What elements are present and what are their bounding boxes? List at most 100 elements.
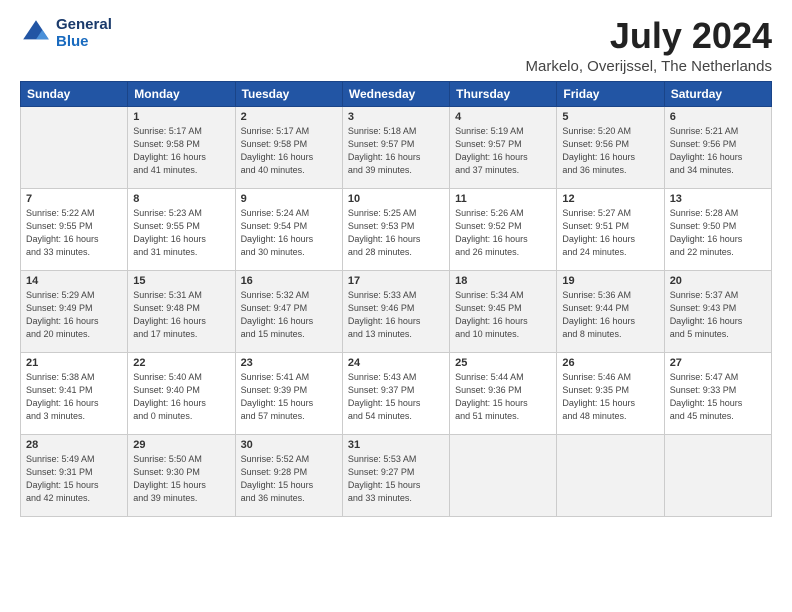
day-info: Sunrise: 5:23 AM Sunset: 9:55 PM Dayligh… <box>133 207 229 259</box>
day-number: 11 <box>455 193 551 205</box>
cell-3-4: 17 Sunrise: 5:33 AM Sunset: 9:46 PM Dayli… <box>342 270 449 352</box>
day-info: Sunrise: 5:26 AM Sunset: 9:52 PM Dayligh… <box>455 207 551 259</box>
cell-1-5: 4 Sunrise: 5:19 AM Sunset: 9:57 PM Daylig… <box>450 106 557 188</box>
header: General Blue July 2024 Markelo, Overijss… <box>20 16 772 75</box>
cell-3-6: 19Sunrise: 5:36 AM Sunset: 9:44 PM Dayli… <box>557 270 664 352</box>
day-info: Sunrise: 5:17 AM Sunset: 9:58 PM Dayligh… <box>133 125 229 177</box>
day-number: 13 <box>670 193 766 205</box>
day-number: 9 <box>241 193 337 205</box>
cell-3-2: 15 Sunrise: 5:31 AM Sunset: 9:48 PM Dayli… <box>128 270 235 352</box>
day-number: 21 <box>26 357 122 369</box>
day-number: 10 <box>348 193 444 205</box>
day-info: Sunrise: 5:47 AM Sunset: 9:33 PM Dayligh… <box>670 371 766 423</box>
day-number: 18 <box>455 275 551 287</box>
day-info: Sunrise: 5:29 AM Sunset: 9:49 PM Dayligh… <box>26 289 122 341</box>
day-info: Sunrise: 5:34 AM Sunset: 9:45 PM Dayligh… <box>455 289 551 341</box>
day-info: Sunrise: 5:17 AM Sunset: 9:58 PM Dayligh… <box>241 125 337 177</box>
logo-icon <box>20 17 52 49</box>
page: General Blue July 2024 Markelo, Overijss… <box>0 0 792 612</box>
day-info: Sunrise: 5:33 AM Sunset: 9:46 PM Dayligh… <box>348 289 444 341</box>
day-info: Sunrise: 5:21 AM Sunset: 9:56 PM Dayligh… <box>670 125 766 177</box>
cell-4-3: 23Sunrise: 5:41 AM Sunset: 9:39 PM Dayli… <box>235 352 342 434</box>
subtitle: Markelo, Overijssel, The Netherlands <box>526 58 773 75</box>
day-number: 7 <box>26 193 122 205</box>
day-number: 28 <box>26 439 122 451</box>
cell-4-7: 27 Sunrise: 5:47 AM Sunset: 9:33 PM Dayli… <box>664 352 771 434</box>
logo-text: General Blue <box>56 16 112 51</box>
cell-2-6: 12 Sunrise: 5:27 AM Sunset: 9:51 PM Dayli… <box>557 188 664 270</box>
day-number: 2 <box>241 111 337 123</box>
cell-1-7: 6Sunrise: 5:21 AM Sunset: 9:56 PM Daylig… <box>664 106 771 188</box>
day-info: Sunrise: 5:20 AM Sunset: 9:56 PM Dayligh… <box>562 125 658 177</box>
day-number: 15 <box>133 275 229 287</box>
cell-2-5: 11 Sunrise: 5:26 AM Sunset: 9:52 PM Dayli… <box>450 188 557 270</box>
day-number: 14 <box>26 275 122 287</box>
header-monday: Monday <box>128 81 235 106</box>
cell-5-6 <box>557 434 664 516</box>
cell-3-7: 20 Sunrise: 5:37 AM Sunset: 9:43 PM Dayli… <box>664 270 771 352</box>
cell-2-7: 13 Sunrise: 5:28 AM Sunset: 9:50 PM Dayli… <box>664 188 771 270</box>
day-info: Sunrise: 5:32 AM Sunset: 9:47 PM Dayligh… <box>241 289 337 341</box>
cell-5-5 <box>450 434 557 516</box>
day-number: 4 <box>455 111 551 123</box>
cell-4-4: 24 Sunrise: 5:43 AM Sunset: 9:37 PM Dayli… <box>342 352 449 434</box>
day-info: Sunrise: 5:28 AM Sunset: 9:50 PM Dayligh… <box>670 207 766 259</box>
header-wednesday: Wednesday <box>342 81 449 106</box>
cell-1-4: 3 Sunrise: 5:18 AM Sunset: 9:57 PM Daylig… <box>342 106 449 188</box>
day-number: 8 <box>133 193 229 205</box>
day-number: 3 <box>348 111 444 123</box>
day-info: Sunrise: 5:40 AM Sunset: 9:40 PM Dayligh… <box>133 371 229 423</box>
cell-1-1 <box>21 106 128 188</box>
day-info: Sunrise: 5:37 AM Sunset: 9:43 PM Dayligh… <box>670 289 766 341</box>
header-friday: Friday <box>557 81 664 106</box>
day-info: Sunrise: 5:27 AM Sunset: 9:51 PM Dayligh… <box>562 207 658 259</box>
day-number: 26 <box>562 357 658 369</box>
calendar: SundayMondayTuesdayWednesdayThursdayFrid… <box>20 81 772 517</box>
day-info: Sunrise: 5:46 AM Sunset: 9:35 PM Dayligh… <box>562 371 658 423</box>
day-info: Sunrise: 5:41 AM Sunset: 9:39 PM Dayligh… <box>241 371 337 423</box>
day-number: 27 <box>670 357 766 369</box>
day-info: Sunrise: 5:24 AM Sunset: 9:54 PM Dayligh… <box>241 207 337 259</box>
day-number: 1 <box>133 111 229 123</box>
main-title: July 2024 <box>526 16 773 56</box>
week-row-2: 7Sunrise: 5:22 AM Sunset: 9:55 PM Daylig… <box>21 188 772 270</box>
header-sunday: Sunday <box>21 81 128 106</box>
logo-line1: General <box>56 16 112 33</box>
cell-5-1: 28 Sunrise: 5:49 AM Sunset: 9:31 PM Dayli… <box>21 434 128 516</box>
cell-5-3: 30Sunrise: 5:52 AM Sunset: 9:28 PM Dayli… <box>235 434 342 516</box>
cell-2-2: 8 Sunrise: 5:23 AM Sunset: 9:55 PM Daylig… <box>128 188 235 270</box>
cell-2-3: 9 Sunrise: 5:24 AM Sunset: 9:54 PM Daylig… <box>235 188 342 270</box>
header-saturday: Saturday <box>664 81 771 106</box>
cell-1-3: 2 Sunrise: 5:17 AM Sunset: 9:58 PM Daylig… <box>235 106 342 188</box>
day-info: Sunrise: 5:18 AM Sunset: 9:57 PM Dayligh… <box>348 125 444 177</box>
day-info: Sunrise: 5:53 AM Sunset: 9:27 PM Dayligh… <box>348 453 444 505</box>
day-number: 16 <box>241 275 337 287</box>
day-info: Sunrise: 5:52 AM Sunset: 9:28 PM Dayligh… <box>241 453 337 505</box>
day-info: Sunrise: 5:49 AM Sunset: 9:31 PM Dayligh… <box>26 453 122 505</box>
week-row-4: 21Sunrise: 5:38 AM Sunset: 9:41 PM Dayli… <box>21 352 772 434</box>
day-number: 25 <box>455 357 551 369</box>
cell-4-2: 22 Sunrise: 5:40 AM Sunset: 9:40 PM Dayli… <box>128 352 235 434</box>
title-block: July 2024 Markelo, Overijssel, The Nethe… <box>526 16 773 75</box>
week-row-1: 1 Sunrise: 5:17 AM Sunset: 9:58 PM Daylig… <box>21 106 772 188</box>
cell-4-1: 21Sunrise: 5:38 AM Sunset: 9:41 PM Dayli… <box>21 352 128 434</box>
week-row-5: 28 Sunrise: 5:49 AM Sunset: 9:31 PM Dayli… <box>21 434 772 516</box>
cell-3-5: 18 Sunrise: 5:34 AM Sunset: 9:45 PM Dayli… <box>450 270 557 352</box>
day-number: 12 <box>562 193 658 205</box>
day-number: 19 <box>562 275 658 287</box>
day-info: Sunrise: 5:43 AM Sunset: 9:37 PM Dayligh… <box>348 371 444 423</box>
cell-5-2: 29Sunrise: 5:50 AM Sunset: 9:30 PM Dayli… <box>128 434 235 516</box>
header-thursday: Thursday <box>450 81 557 106</box>
cell-4-6: 26 Sunrise: 5:46 AM Sunset: 9:35 PM Dayli… <box>557 352 664 434</box>
day-number: 29 <box>133 439 229 451</box>
day-number: 5 <box>562 111 658 123</box>
day-number: 17 <box>348 275 444 287</box>
day-number: 20 <box>670 275 766 287</box>
cell-3-1: 14 Sunrise: 5:29 AM Sunset: 9:49 PM Dayli… <box>21 270 128 352</box>
header-row: SundayMondayTuesdayWednesdayThursdayFrid… <box>21 81 772 106</box>
day-number: 22 <box>133 357 229 369</box>
day-info: Sunrise: 5:31 AM Sunset: 9:48 PM Dayligh… <box>133 289 229 341</box>
day-info: Sunrise: 5:19 AM Sunset: 9:57 PM Dayligh… <box>455 125 551 177</box>
day-number: 24 <box>348 357 444 369</box>
cell-4-5: 25Sunrise: 5:44 AM Sunset: 9:36 PM Dayli… <box>450 352 557 434</box>
